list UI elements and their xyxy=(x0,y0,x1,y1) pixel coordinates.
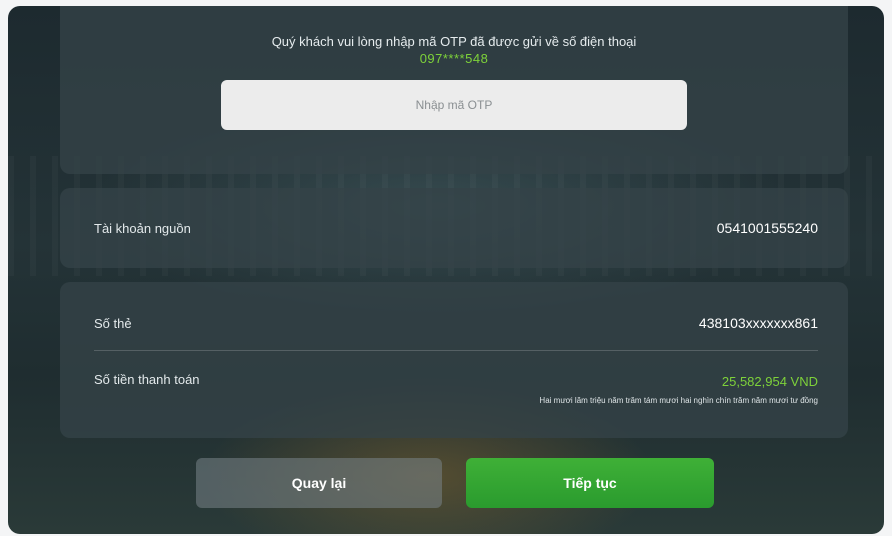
card-number-value: 438103xxxxxxx861 xyxy=(698,315,818,331)
payment-otp-panel: Quý khách vui lòng nhập mã OTP đã được g… xyxy=(8,6,884,534)
otp-input[interactable] xyxy=(221,80,687,130)
otp-phone-number: 097****548 xyxy=(419,51,489,66)
divider xyxy=(94,350,818,351)
otp-instruction-text: Quý khách vui lòng nhập mã OTP đã được g… xyxy=(271,34,637,49)
payment-amount-in-words: Hai mươi lăm triệu năm trăm tám mươi hai… xyxy=(539,396,818,405)
source-account-label: Tài khoản nguồn xyxy=(94,221,191,236)
card-number-label: Số thẻ xyxy=(94,316,132,331)
otp-card: Quý khách vui lòng nhập mã OTP đã được g… xyxy=(60,6,848,174)
source-account-value: 0541001555240 xyxy=(716,220,818,236)
source-account-card: Tài khoản nguồn 0541001555240 xyxy=(60,188,848,268)
back-button[interactable]: Quay lại xyxy=(196,458,442,508)
continue-button[interactable]: Tiếp tục xyxy=(466,458,714,508)
payment-amount-label: Số tiền thanh toán xyxy=(94,372,200,387)
payment-details-card: Số thẻ 438103xxxxxxx861 Số tiền thanh to… xyxy=(60,282,848,438)
payment-amount-value: 25,582,954 VND xyxy=(721,374,818,389)
